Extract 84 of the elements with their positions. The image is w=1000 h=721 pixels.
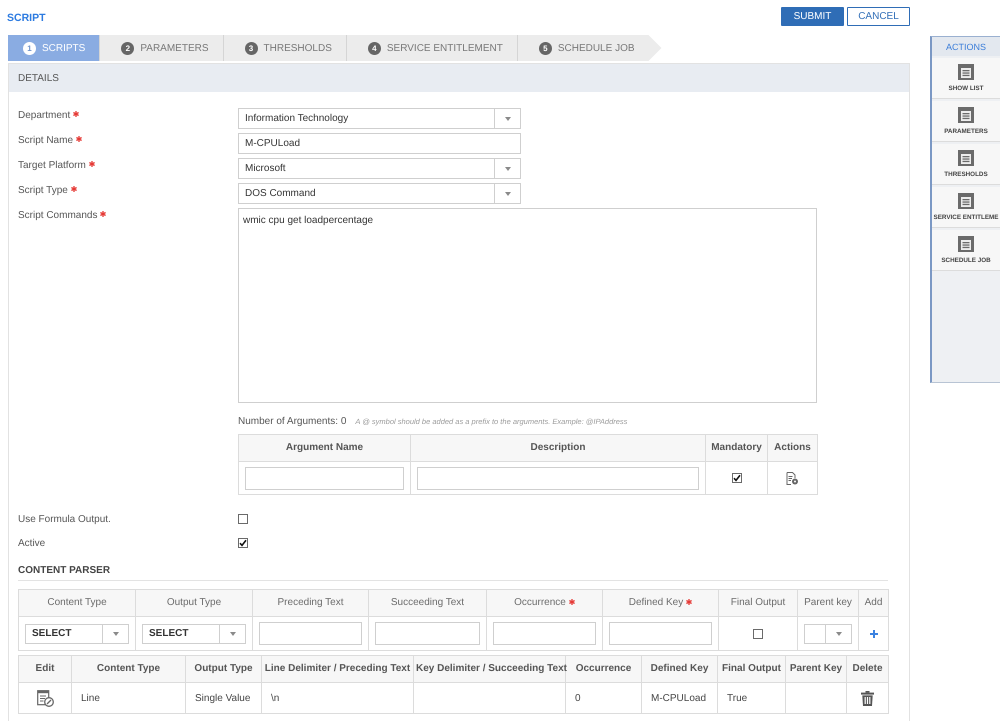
step-tab[interactable]: 5 SCHEDULE JOB <box>518 35 662 61</box>
column-header: Succeeding Text <box>390 597 464 609</box>
argument-count: Number of Arguments: 0 <box>238 416 346 427</box>
step-number: 1 <box>23 42 36 54</box>
text-field[interactable]: M-CPULoad <box>238 133 521 154</box>
column-header: Line Delimiter / Preceding Text <box>264 663 410 675</box>
field-label: Target Platform <box>18 159 86 172</box>
column-header: Occurrence <box>576 663 632 675</box>
panel-title: ACTIONS <box>932 37 1000 56</box>
column-header: Key Delimiter / Succeeding Text <box>416 663 567 675</box>
input-field[interactable] <box>259 622 362 645</box>
input-field[interactable] <box>493 622 596 645</box>
caret-icon <box>504 166 510 170</box>
column-header: Defined Key <box>650 663 708 675</box>
field-label: Department <box>18 109 70 122</box>
step-tab[interactable]: 2 PARAMETERS <box>100 35 224 61</box>
caret-icon <box>112 632 118 636</box>
step-number: 5 <box>538 42 552 54</box>
caret-icon <box>230 632 236 636</box>
submit-button[interactable]: SUBMIT <box>781 7 844 26</box>
dropdown[interactable]: Microsoft <box>238 158 521 179</box>
input-field[interactable] <box>375 622 480 645</box>
section-header: DETAILS <box>9 64 909 92</box>
delete-icon[interactable] <box>861 690 874 706</box>
column-header: Argument Name <box>286 442 364 454</box>
field-label: Script Type <box>18 184 68 197</box>
column-header: Actions <box>774 442 811 454</box>
table-cell: True <box>718 682 786 714</box>
column-header: Preceding Text <box>278 597 344 609</box>
caret-icon <box>504 192 510 196</box>
step-number: 2 <box>121 42 134 54</box>
list-icon <box>958 236 974 252</box>
add-icon[interactable] <box>870 630 878 638</box>
list-icon <box>958 107 974 123</box>
step-number: 3 <box>244 42 258 54</box>
table-cell: \n <box>262 682 414 714</box>
column-header: Final Output <box>730 597 786 609</box>
edit-icon[interactable] <box>36 690 54 706</box>
document-settings-icon[interactable] <box>786 472 799 484</box>
page-title: SCRIPT <box>7 12 46 24</box>
caret-icon <box>836 632 842 636</box>
column-header: Parent key <box>804 597 852 609</box>
checkbox[interactable] <box>238 538 248 548</box>
column-header: Content Type <box>47 597 107 609</box>
step-tab[interactable]: 3 THRESHOLDS <box>224 35 347 61</box>
checkbox[interactable] <box>238 514 248 524</box>
column-header: Content Type <box>96 663 160 675</box>
input-field[interactable] <box>609 622 712 645</box>
checkbox[interactable] <box>753 628 763 638</box>
section-title: CONTENT PARSER <box>18 565 110 576</box>
table-cell: M-CPULoad <box>642 682 718 714</box>
column-header: Mandatory <box>711 442 762 454</box>
field-label: Script Name <box>18 134 74 147</box>
dropdown[interactable]: Information Technology <box>238 108 521 129</box>
column-header: Output Type <box>166 597 222 609</box>
column-header: Edit <box>36 663 54 675</box>
input-field[interactable] <box>417 466 699 490</box>
input-field[interactable] <box>245 466 404 490</box>
column-header: Parent Key <box>790 663 842 675</box>
table-cell: Line <box>72 682 186 714</box>
caret-icon <box>504 116 510 120</box>
option-label: Active <box>18 536 46 550</box>
dropdown[interactable]: SELECT <box>142 624 246 644</box>
cancel-button[interactable]: CANCEL <box>847 7 910 26</box>
table-cell: Single Value <box>186 682 262 714</box>
column-header: Occurrence <box>514 597 566 609</box>
option-label: Use Formula Output. <box>18 512 112 526</box>
dropdown[interactable]: DOS Command <box>238 183 521 204</box>
column-header: Final Output <box>722 663 781 675</box>
column-header: Delete <box>852 663 882 675</box>
table-cell: 0 <box>566 682 642 714</box>
step-number: 4 <box>368 42 381 54</box>
list-icon <box>958 64 974 80</box>
column-header: Description <box>530 442 586 454</box>
checkbox[interactable] <box>732 473 742 483</box>
field-label: Script Commands <box>18 209 98 222</box>
list-icon <box>958 193 974 209</box>
step-tab[interactable]: 4 SERVICE ENTITLEMENT <box>346 35 518 61</box>
column-header: Defined Key <box>628 597 684 609</box>
column-header: Add <box>864 597 882 609</box>
dropdown[interactable]: SELECT <box>25 624 129 644</box>
text-area[interactable]: wmic cpu get loadpercentage <box>238 208 817 403</box>
column-header: Output Type <box>194 663 253 675</box>
list-icon <box>958 150 974 166</box>
